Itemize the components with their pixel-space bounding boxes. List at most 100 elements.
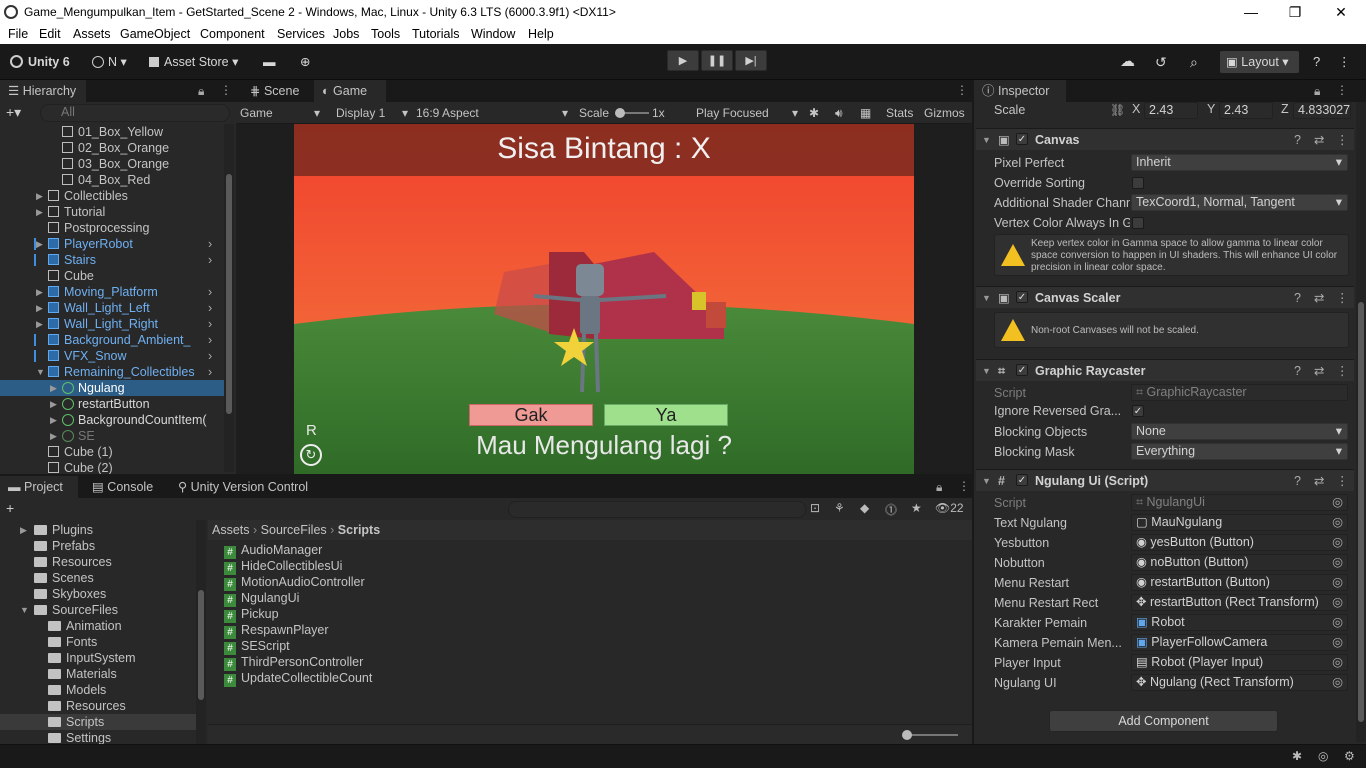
asset-store-dropdown[interactable]: Asset Store ▾ [149,51,238,73]
graphic-raycaster-header[interactable]: ▼ ⌗ ✓ Graphic Raycaster ? ⇄ ⋮ [976,359,1354,381]
hidden-packages-icon[interactable]: 👁︎22 [935,501,964,515]
cloud-icon[interactable]: ☁ [1120,51,1135,73]
hierarchy-item[interactable]: 04_Box_Red [0,172,224,188]
raycaster-menu-icon[interactable]: ⋮ [1336,360,1349,382]
object-picker-icon[interactable]: ◎ [1332,595,1343,610]
canvas-scaler-help-icon[interactable]: ? [1294,287,1301,309]
inspector-scroll-thumb[interactable] [1358,302,1364,722]
icon-size-slider[interactable] [904,734,958,736]
menu-window[interactable]: Window [471,25,515,43]
canvas-scaler-header[interactable]: ▼ ▣ ✓ Canvas Scaler ? ⇄ ⋮ [976,286,1354,308]
pause-button[interactable]: ❚❚ [701,50,733,71]
no-button[interactable]: Gak [469,404,593,426]
account-dropdown[interactable]: N ▾ [92,51,127,73]
breadcrumb-scripts[interactable]: Scripts [338,523,380,537]
blocking-objects-dropdown[interactable]: None ▾ [1131,423,1348,440]
inspector-lock-icon[interactable]: 🔒︎ [1314,84,1320,99]
folder-item[interactable]: ▶ Plugins [0,522,196,538]
package-icon[interactable]: ▬ [263,51,276,73]
step-button[interactable]: ▶| [735,50,767,71]
hierarchy-item[interactable]: Background_Ambient_ › [0,332,224,348]
ngulang-preset-icon[interactable]: ⇄ [1314,470,1324,492]
script-asset[interactable]: # Pickup [224,606,279,623]
folder-item[interactable]: Resources [0,698,196,714]
canvas-preset-icon[interactable]: ⇄ [1314,129,1324,151]
hierarchy-item[interactable]: ▶ Ngulang [0,380,224,396]
game-view-dropdown[interactable]: Game ▾ [240,105,324,121]
display-dropdown[interactable]: Display 1 ▾ [336,105,410,121]
ngulang-menu-icon[interactable]: ⋮ [1336,470,1349,492]
folder-item[interactable]: InputSystem [0,650,196,666]
hierarchy-item[interactable]: Cube (2) [0,460,224,474]
warning-filter-icon[interactable]: ⓵ [885,501,897,518]
ngulang-object-field[interactable]: ✥ restartButton (Rect Transform) ◎ [1131,594,1348,611]
script-asset[interactable]: # RespawnPlayer [224,622,329,639]
ngulang-object-field[interactable]: ▣ Robot ◎ [1131,614,1348,631]
play-focused-dropdown[interactable]: Play Focused ▾ [696,105,800,121]
hierarchy-item[interactable]: 02_Box_Orange [0,140,224,156]
canvas-scaler-preset-icon[interactable]: ⇄ [1314,287,1324,309]
script-asset[interactable]: # MotionAudioController [224,574,365,591]
folder-tree-scrollbar[interactable] [196,520,206,744]
folder-item[interactable]: Fonts [0,634,196,650]
breadcrumb-assets[interactable]: Assets [212,523,250,537]
restart-icon[interactable]: ↻ [300,444,322,466]
raycaster-preset-icon[interactable]: ⇄ [1314,360,1324,382]
script-asset[interactable]: # HideCollectiblesUi [224,558,342,575]
label-icon[interactable]: ◆ [860,501,869,515]
menu-services[interactable]: Services [277,25,325,43]
layout-dropdown[interactable]: ▣ Layout ▾ [1220,51,1299,73]
ngulang-object-field[interactable]: ◉ yesButton (Button) ◎ [1131,534,1348,551]
ngulang-object-field[interactable]: ▣ PlayerFollowCamera ◎ [1131,634,1348,651]
script-asset[interactable]: # ThirdPersonController [224,654,363,671]
tab-game[interactable]: ◐ Game [314,80,386,102]
yes-button[interactable]: Ya [604,404,728,426]
hierarchy-item[interactable]: Postprocessing [0,220,224,236]
folder-scroll-thumb[interactable] [198,590,204,700]
settings-dots-icon[interactable]: ⋮ [1338,51,1351,73]
raycaster-enabled-checkbox[interactable]: ✓ [1016,364,1028,376]
hierarchy-item[interactable]: 03_Box_Orange [0,156,224,172]
link-icon[interactable]: ⛓ [1110,103,1125,117]
menu-jobs[interactable]: Jobs [333,25,359,43]
hierarchy-item[interactable]: Cube [0,268,224,284]
tab-project[interactable]: ▬ Project [0,476,78,498]
inspector-menu-icon[interactable]: ⋮ [1336,83,1348,97]
canvas-help-icon[interactable]: ? [1294,129,1301,151]
inspector-scrollbar[interactable] [1356,102,1366,742]
object-picker-icon[interactable]: ◎ [1332,515,1343,530]
hierarchy-item[interactable]: ▶ SE [0,428,224,444]
hierarchy-menu-icon[interactable]: ⋮ [220,83,232,97]
hierarchy-item[interactable]: ▶ BackgroundCountItem( [0,412,224,428]
folder-item[interactable]: ▼ SourceFiles [0,602,196,618]
scale-z-field[interactable]: 4.833027 [1293,102,1351,119]
breadcrumb-sourcefiles[interactable]: SourceFiles [261,523,327,537]
hierarchy-item[interactable]: 01_Box_Yellow [0,124,224,140]
search-by-type-icon[interactable]: ⊡ [810,501,820,515]
hierarchy-item[interactable]: ▶ Collectibles [0,188,224,204]
history-icon[interactable]: ↺ [1155,51,1167,73]
help-icon[interactable]: ? [1313,51,1320,73]
menu-tools[interactable]: Tools [371,25,400,43]
hierarchy-item[interactable]: ▼ Remaining_Collectibles › [0,364,224,380]
object-picker-icon[interactable]: ◎ [1332,575,1343,590]
raycaster-help-icon[interactable]: ? [1294,360,1301,382]
object-picker-icon[interactable]: ◎ [1332,495,1343,510]
hierarchy-item[interactable]: VFX_Snow › [0,348,224,364]
menu-tutorials[interactable]: Tutorials [412,25,459,43]
hierarchy-item[interactable]: ▶ restartButton [0,396,224,412]
hierarchy-item[interactable]: ▶ PlayerRobot › [0,236,224,252]
tab-console[interactable]: ▤ Console [84,476,161,498]
icon-size-slider-handle[interactable] [902,730,912,740]
add-component-button[interactable]: Add Component [1049,710,1278,732]
unity-account-button[interactable]: Unity 6 [10,51,70,73]
hierarchy-item[interactable]: ▶ Tutorial [0,204,224,220]
folder-item[interactable]: Settings [0,730,196,744]
shader-channels-dropdown[interactable]: TexCoord1, Normal, Tangent ▾ [1131,194,1348,211]
canvas-component-header[interactable]: ▼ ▣ ✓ Canvas ? ⇄ ⋮ [976,128,1354,150]
folder-item[interactable]: Prefabs [0,538,196,554]
object-picker-icon[interactable]: ◎ [1332,655,1343,670]
menu-component[interactable]: Component [200,25,265,43]
stats-button[interactable]: Stats [886,105,913,121]
filter-icon[interactable]: ⚘ [834,501,845,515]
